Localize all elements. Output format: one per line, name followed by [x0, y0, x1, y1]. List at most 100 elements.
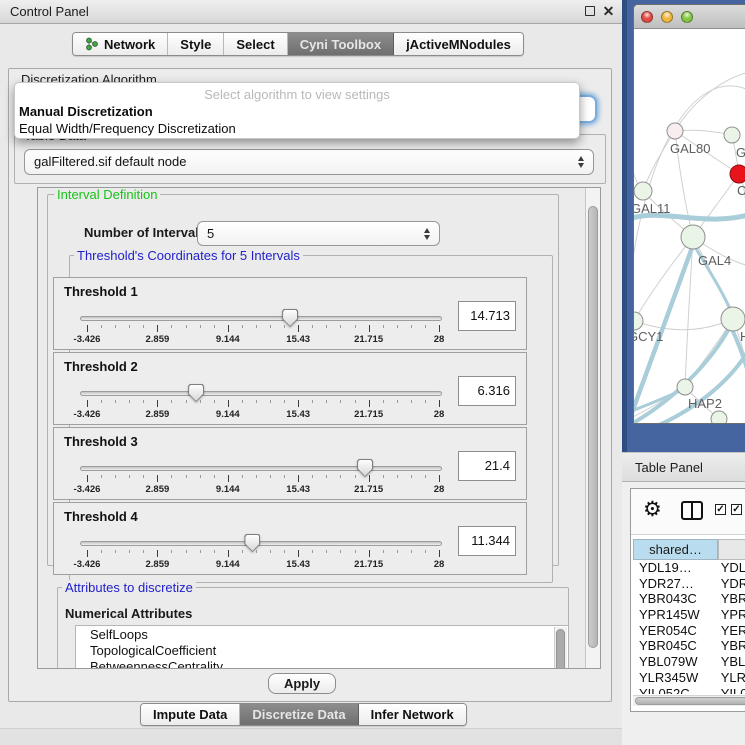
table-row[interactable]: YIL052CYIL0: [633, 686, 745, 695]
tab-impute-data[interactable]: Impute Data: [141, 704, 240, 725]
checkbox-icon-1[interactable]: ✓: [715, 504, 726, 515]
slider-minor-tick: [129, 550, 130, 553]
network-node-gcy1[interactable]: [634, 312, 643, 330]
tab-discretize-data[interactable]: Discretize Data: [240, 704, 358, 725]
network-node[interactable]: [711, 411, 727, 424]
table-horizontal-scrollbar[interactable]: [633, 695, 745, 706]
cell-shared-name: YPR145W: [633, 607, 717, 623]
slider-thumb[interactable]: [244, 534, 260, 552]
tab-style[interactable]: Style: [168, 33, 224, 55]
attributes-group-title: Attributes to discretize: [62, 580, 196, 595]
dropdown-option-manual-discretization[interactable]: Manual Discretization: [19, 104, 153, 119]
slider-minor-tick: [242, 475, 243, 478]
slider-minor-tick: [242, 400, 243, 403]
number-of-intervals-label: Number of Intervals: [84, 225, 206, 240]
table-row[interactable]: YDR27…YDR2: [633, 576, 745, 592]
network-node-label: C: [737, 183, 745, 198]
slider-minor-tick: [326, 325, 327, 328]
slider-track[interactable]: [80, 466, 442, 471]
network-window-titlebar[interactable]: [634, 5, 745, 29]
slider-tick-label: 21.715: [337, 559, 401, 570]
slider-minor-tick: [101, 475, 102, 478]
attributes-list-scrollbar[interactable]: [554, 627, 567, 668]
table-row[interactable]: YLR345WYLR3: [633, 670, 745, 686]
dropdown-option-equal-width-frequency[interactable]: Equal Width/Frequency Discretization: [19, 121, 236, 136]
slider-minor-tick: [270, 475, 271, 478]
table-row[interactable]: YDL19…YDL1: [633, 560, 745, 576]
network-node-hap2[interactable]: [677, 379, 693, 395]
slider-minor-tick: [270, 400, 271, 403]
column-header-shared-name[interactable]: shared…: [633, 539, 718, 560]
slider-major-tick: [298, 475, 299, 482]
threshold-value-field[interactable]: 21.4: [458, 451, 516, 481]
slider-minor-tick: [284, 475, 285, 478]
slider-minor-tick: [129, 400, 130, 403]
threshold-value-field[interactable]: 14.713: [458, 301, 516, 331]
close-icon[interactable]: ✕: [602, 5, 615, 18]
table-row[interactable]: YPR145WYPR1: [633, 607, 745, 623]
slider-tick-label: 2.859: [125, 484, 189, 495]
network-canvas[interactable]: GAL80GACGAL11GAL4GCY1HHAP2: [634, 29, 745, 424]
scrollbar-thumb[interactable]: [588, 206, 598, 648]
slider-track[interactable]: [80, 391, 442, 396]
threshold-label: Threshold 2: [64, 359, 138, 374]
network-node-label: HAP2: [688, 396, 722, 411]
table-data-combobox[interactable]: galFiltered.sif default node: [24, 149, 594, 175]
right-area: GAL80GACGAL11GAL4GCY1HHAP2 Table Panel ⚙…: [622, 0, 745, 745]
network-node-gal4[interactable]: [681, 225, 705, 249]
numerical-attributes-list[interactable]: SelfLoopsTopologicalCoefficientBetweenne…: [75, 625, 569, 668]
tab-cyni-toolbox[interactable]: Cyni Toolbox: [288, 33, 394, 55]
network-node-ga[interactable]: [724, 127, 740, 143]
slider-major-tick: [439, 325, 440, 332]
close-traffic-light-icon[interactable]: [641, 11, 653, 23]
control-panel-window: Control Panel ✕ Network Style Select Cyn…: [0, 0, 622, 745]
cell-name: YBR0: [717, 591, 745, 607]
slider-track[interactable]: [80, 541, 442, 546]
slider-thumb[interactable]: [188, 384, 204, 402]
slider-minor-tick: [312, 325, 313, 328]
scrollbar-thumb[interactable]: [635, 697, 745, 705]
minimize-traffic-light-icon[interactable]: [661, 11, 673, 23]
slider-major-tick: [87, 475, 88, 482]
network-node-gal80[interactable]: [667, 123, 683, 139]
slider-thumb[interactable]: [282, 309, 298, 327]
scrollbar-thumb[interactable]: [556, 629, 565, 668]
column-header-name[interactable]: na: [718, 539, 745, 560]
slider-minor-tick: [326, 400, 327, 403]
table-row[interactable]: YBR045CYBR0: [633, 638, 745, 654]
apply-button[interactable]: Apply: [268, 673, 336, 694]
float-window-icon[interactable]: [583, 5, 596, 18]
table-row[interactable]: YER054CYER0: [633, 623, 745, 639]
zoom-traffic-light-icon[interactable]: [681, 11, 693, 23]
tab-jactivemnodules[interactable]: jActiveMNodules: [394, 33, 523, 55]
tab-network[interactable]: Network: [73, 33, 168, 55]
slider-minor-tick: [101, 400, 102, 403]
slider-tick-label: 28: [407, 559, 471, 570]
slider-major-tick: [87, 550, 88, 557]
slider-minor-tick: [425, 475, 426, 478]
tab-infer-network[interactable]: Infer Network: [359, 704, 466, 725]
threshold-value-field[interactable]: 11.344: [458, 526, 516, 556]
attribute-list-item[interactable]: SelfLoops: [76, 626, 568, 642]
gear-icon[interactable]: ⚙: [643, 498, 662, 522]
table-panel-header: Table Panel: [622, 452, 745, 482]
checkbox-icon-2[interactable]: ✓: [731, 504, 742, 515]
table-row[interactable]: YBR043CYBR0: [633, 591, 745, 607]
slider-tick-label: 21.715: [337, 409, 401, 420]
network-node-h[interactable]: [721, 307, 745, 331]
slider-track[interactable]: [80, 316, 442, 321]
columns-icon[interactable]: [681, 501, 703, 520]
threshold-value-field[interactable]: 6.316: [458, 376, 516, 406]
settings-vertical-scrollbar[interactable]: [585, 188, 600, 668]
attribute-list-item[interactable]: BetweennessCentrality: [76, 658, 568, 668]
number-of-intervals-combobox[interactable]: 5: [197, 221, 440, 246]
slider-thumb[interactable]: [357, 459, 373, 477]
table-panel-title: Table Panel: [635, 460, 703, 475]
table-row[interactable]: YBL079WYBL0: [633, 654, 745, 670]
network-node-gal11[interactable]: [634, 182, 652, 200]
tab-select[interactable]: Select: [224, 33, 287, 55]
settings-scrollpane: Interval Definition Number of Intervals …: [37, 187, 601, 669]
network-icon: [85, 37, 99, 51]
network-node-c[interactable]: [730, 165, 745, 183]
attribute-list-item[interactable]: TopologicalCoefficient: [76, 642, 568, 658]
